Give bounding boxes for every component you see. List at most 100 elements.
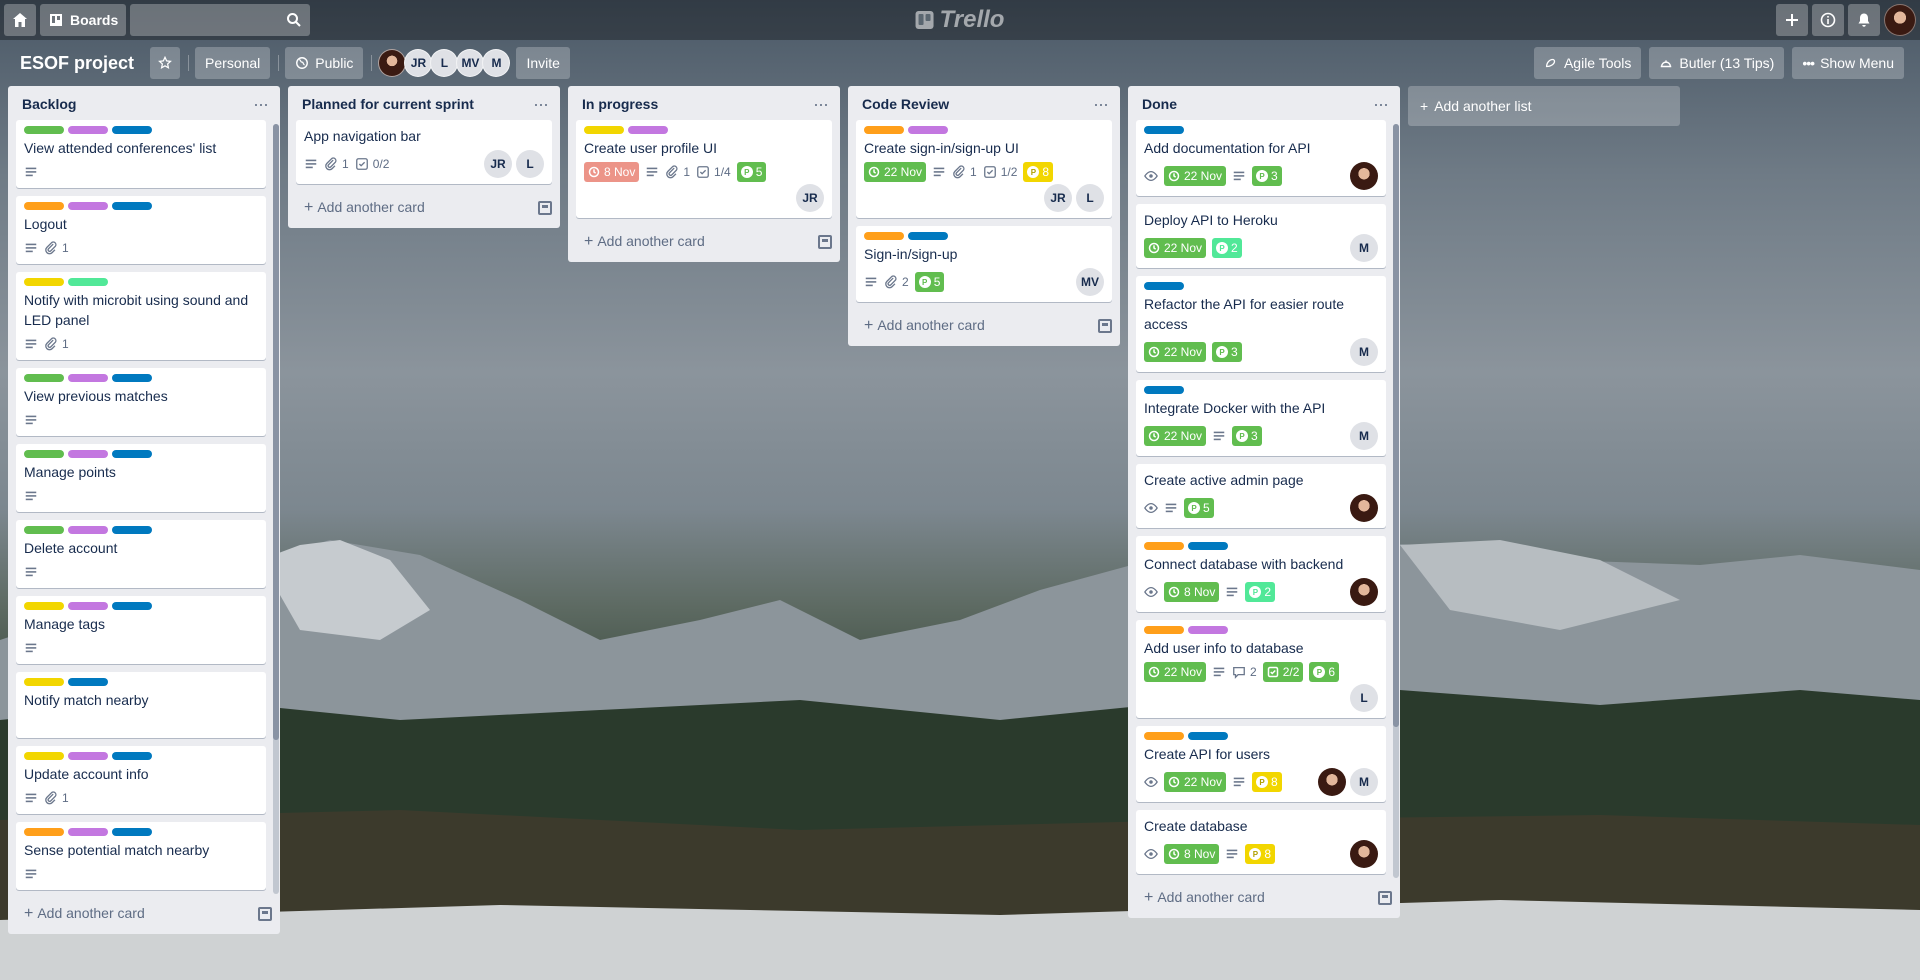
card-member-avatar[interactable]: M: [1350, 338, 1378, 366]
card-label[interactable]: [68, 828, 108, 836]
list-menu-icon[interactable]: ···: [529, 95, 552, 113]
member-avatar-photo[interactable]: [378, 49, 407, 77]
card-member-avatar[interactable]: M: [1350, 768, 1378, 796]
due-date-badge[interactable]: 8 Nov: [1164, 582, 1220, 602]
list-menu-icon[interactable]: ···: [809, 95, 832, 113]
list-title[interactable]: Planned for current sprint: [302, 96, 474, 112]
show-menu-button[interactable]: ••• Show Menu: [1792, 47, 1904, 79]
card-label[interactable]: [1144, 542, 1184, 550]
due-date-badge[interactable]: 22 Nov: [864, 162, 927, 182]
board-title[interactable]: ESOF project: [12, 53, 142, 74]
add-list-button[interactable]: + Add another list: [1408, 86, 1680, 126]
card[interactable]: Sign-in/sign-up 2 P 5 MV: [856, 226, 1112, 302]
list-title[interactable]: Backlog: [22, 96, 76, 112]
card-label[interactable]: [68, 374, 108, 382]
card-label[interactable]: [112, 526, 152, 534]
list-menu-icon[interactable]: ···: [249, 95, 272, 113]
card-member-avatar[interactable]: L: [1076, 184, 1104, 212]
due-date-badge[interactable]: 22 Nov: [1164, 166, 1227, 186]
card[interactable]: View attended conferences' list: [16, 120, 266, 188]
card[interactable]: Create database 8 Nov P 8: [1136, 810, 1386, 874]
card-label[interactable]: [24, 752, 64, 760]
add-card-button[interactable]: + Add another card: [1128, 882, 1400, 918]
list-title[interactable]: In progress: [582, 96, 658, 112]
card[interactable]: Notify with microbit using sound and LED…: [16, 272, 266, 360]
visibility-button[interactable]: Public: [285, 47, 364, 79]
card-label[interactable]: [1144, 626, 1184, 634]
butler-button[interactable]: Butler (13 Tips): [1649, 47, 1785, 79]
list-title[interactable]: Done: [1142, 96, 1177, 112]
card-member-avatar[interactable]: [1350, 162, 1378, 190]
card-member-avatar[interactable]: [1350, 578, 1378, 606]
card-label[interactable]: [112, 752, 152, 760]
member-avatar[interactable]: M: [482, 49, 511, 77]
add-card-button[interactable]: + Add another card: [568, 226, 840, 262]
card-label[interactable]: [628, 126, 668, 134]
invite-button[interactable]: Invite: [516, 47, 570, 79]
card-label[interactable]: [1188, 626, 1228, 634]
card-label[interactable]: [68, 602, 108, 610]
card[interactable]: Create API for users 22 Nov P 8 M: [1136, 726, 1386, 802]
notifications-button[interactable]: [1848, 4, 1880, 36]
card-label[interactable]: [68, 450, 108, 458]
trello-logo[interactable]: Trello: [915, 6, 1004, 34]
card-label[interactable]: [68, 752, 108, 760]
card-template-icon[interactable]: [818, 235, 832, 249]
card-label[interactable]: [908, 232, 948, 240]
card[interactable]: Add user info to database 22 Nov 2 2/2 P 6 L: [1136, 620, 1386, 718]
card-member-avatar[interactable]: JR: [1044, 184, 1072, 212]
card-label[interactable]: [24, 526, 64, 534]
card-label[interactable]: [864, 232, 904, 240]
card-label[interactable]: [908, 126, 948, 134]
card-member-avatar[interactable]: JR: [796, 184, 824, 212]
card[interactable]: Connect database with backend 8 Nov P 2: [1136, 536, 1386, 612]
card-label[interactable]: [24, 828, 64, 836]
card-member-avatar[interactable]: M: [1350, 234, 1378, 262]
card-label[interactable]: [68, 278, 108, 286]
list-menu-icon[interactable]: ···: [1089, 95, 1112, 113]
card-label[interactable]: [1188, 732, 1228, 740]
card-label[interactable]: [112, 602, 152, 610]
card-label[interactable]: [24, 126, 64, 134]
card-label[interactable]: [24, 602, 64, 610]
card[interactable]: Add documentation for API 22 Nov P 3: [1136, 120, 1386, 196]
card[interactable]: Manage tags: [16, 596, 266, 664]
card[interactable]: Create active admin page P 5: [1136, 464, 1386, 528]
card-member-avatar[interactable]: [1318, 768, 1346, 796]
card[interactable]: Notify match nearby: [16, 672, 266, 738]
card-label[interactable]: [68, 678, 108, 686]
card[interactable]: Logout 1: [16, 196, 266, 264]
card[interactable]: Integrate Docker with the API 22 Nov P 3 M: [1136, 380, 1386, 456]
card-label[interactable]: [1144, 126, 1184, 134]
card-label[interactable]: [68, 526, 108, 534]
list-menu-icon[interactable]: ···: [1369, 95, 1392, 113]
due-date-badge[interactable]: 8 Nov: [584, 162, 640, 182]
user-avatar[interactable]: [1884, 4, 1916, 36]
card-member-avatar[interactable]: L: [1350, 684, 1378, 712]
due-date-badge[interactable]: 22 Nov: [1144, 342, 1207, 362]
due-date-badge[interactable]: 22 Nov: [1144, 426, 1207, 446]
member-avatar[interactable]: MV: [456, 49, 485, 77]
card-label[interactable]: [1144, 282, 1184, 290]
boards-button[interactable]: Boards: [40, 4, 127, 36]
card-template-icon[interactable]: [1378, 891, 1392, 905]
due-date-badge[interactable]: 22 Nov: [1144, 238, 1207, 258]
card-label[interactable]: [68, 202, 108, 210]
add-card-button[interactable]: + Add another card: [848, 310, 1120, 346]
card-label[interactable]: [24, 374, 64, 382]
add-card-button[interactable]: + Add another card: [288, 192, 560, 228]
create-button[interactable]: [1776, 4, 1808, 36]
card-label[interactable]: [1144, 732, 1184, 740]
card-member-avatar[interactable]: [1350, 840, 1378, 868]
information-button[interactable]: [1812, 4, 1844, 36]
search-input[interactable]: [130, 4, 311, 36]
card-template-icon[interactable]: [538, 201, 552, 215]
card-label[interactable]: [584, 126, 624, 134]
card[interactable]: Manage points: [16, 444, 266, 512]
card-template-icon[interactable]: [1098, 319, 1112, 333]
card-label[interactable]: [24, 278, 64, 286]
card-label[interactable]: [1144, 386, 1184, 394]
due-date-badge[interactable]: 22 Nov: [1164, 772, 1227, 792]
member-avatar[interactable]: JR: [404, 49, 433, 77]
card-label[interactable]: [112, 126, 152, 134]
